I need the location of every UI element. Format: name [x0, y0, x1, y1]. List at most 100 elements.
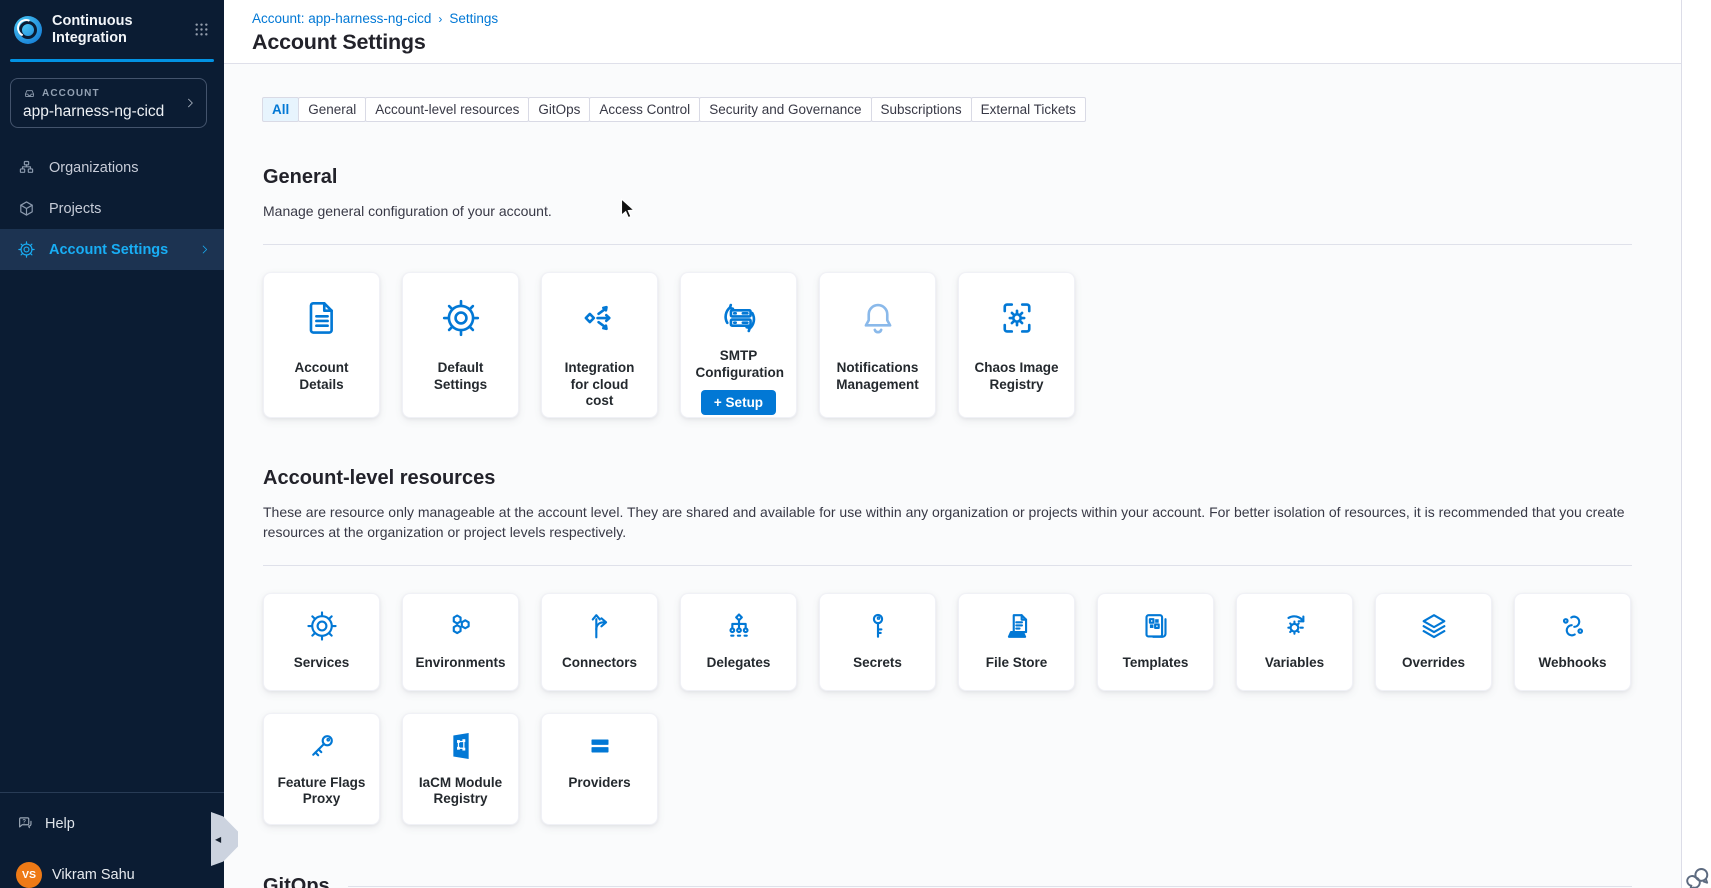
- layers-icon: [1417, 609, 1451, 643]
- card-feature-flags-proxy[interactable]: Feature Flags Proxy: [263, 713, 380, 825]
- harness-logo-icon: [14, 16, 42, 44]
- providers-icon: [583, 729, 617, 763]
- sidebar-item-account-settings[interactable]: Account Settings: [0, 229, 224, 270]
- sidebar-item-label: Account Settings: [49, 242, 168, 258]
- card-chaos-image-registry[interactable]: Chaos Image Registry: [958, 272, 1075, 418]
- avatar: VS: [16, 862, 42, 888]
- module-accent-underline: [10, 59, 214, 62]
- chat-bubbles-icon[interactable]: [1683, 862, 1711, 888]
- card-label: Variables: [1265, 655, 1324, 672]
- card-label: Feature Flags Proxy: [276, 775, 368, 808]
- tab-subscriptions[interactable]: Subscriptions: [871, 97, 972, 122]
- breadcrumb: Account: app-harness-ng-cicd › Settings: [252, 11, 498, 26]
- breadcrumb-link-account-app-harness-ng-cicd[interactable]: Account: app-harness-ng-cicd: [252, 11, 431, 26]
- card-services[interactable]: Services: [263, 593, 380, 691]
- card-default-settings[interactable]: Default Settings: [402, 272, 519, 418]
- card-label: Services: [294, 655, 350, 672]
- app-window: Continuous Integration ACCOUNT app-harne…: [0, 0, 1711, 888]
- user-menu[interactable]: VS Vikram Sahu: [16, 862, 135, 888]
- general-section-title: General: [263, 166, 1632, 189]
- card-label: Secrets: [853, 655, 902, 672]
- card-label: Notifications Management: [835, 360, 921, 393]
- general-section: General Manage general configuration of …: [263, 166, 1632, 418]
- variables-icon: [1278, 609, 1312, 643]
- tab-all[interactable]: All: [262, 97, 299, 122]
- card-label: Providers: [568, 775, 630, 792]
- account-scope-icon: [23, 87, 36, 100]
- card-notifications-management[interactable]: Notifications Management: [819, 272, 936, 418]
- tab-account-level-resources[interactable]: Account-level resources: [365, 97, 529, 122]
- tab-access-control[interactable]: Access Control: [589, 97, 700, 122]
- tabs-bar: AllGeneralAccount-level resourcesGitOpsA…: [263, 97, 1632, 122]
- general-cards-grid: Account Details Default Settings Integrati…: [263, 272, 1632, 418]
- svg-text:?: ?: [22, 819, 26, 825]
- delegates-icon: [722, 609, 756, 643]
- sidebar-item-label: Organizations: [49, 160, 138, 176]
- card-connectors[interactable]: Connectors: [541, 593, 658, 691]
- tab-general[interactable]: General: [298, 97, 366, 122]
- key-vertical-icon: [861, 609, 895, 643]
- sidebar-header: Continuous Integration: [0, 0, 224, 59]
- card-label: Integration for cloud cost: [557, 360, 643, 410]
- gear-icon: [17, 240, 36, 259]
- chevron-right-icon: [198, 243, 211, 256]
- org-chart-icon: [17, 158, 36, 177]
- breadcrumb-separator-icon: ›: [438, 12, 442, 26]
- general-section-description: Manage general configuration of your acc…: [263, 202, 1632, 222]
- card-webhooks[interactable]: Webhooks: [1514, 593, 1631, 691]
- tab-security-and-governance[interactable]: Security and Governance: [699, 97, 871, 122]
- card-overrides[interactable]: Overrides: [1375, 593, 1492, 691]
- help-label: Help: [45, 816, 75, 832]
- templates-icon: [1139, 609, 1173, 643]
- section-divider: [263, 244, 1632, 245]
- gitops-divider: [348, 886, 1632, 887]
- card-providers[interactable]: Providers: [541, 713, 658, 825]
- tab-gitops[interactable]: GitOps: [528, 97, 590, 122]
- smtp-server-icon: [718, 297, 760, 339]
- card-file-store[interactable]: File Store: [958, 593, 1075, 691]
- card-label: SMTP Configuration: [696, 348, 782, 381]
- card-label: File Store: [986, 655, 1048, 672]
- card-label: IaCM Module Registry: [415, 775, 507, 808]
- card-delegates[interactable]: Delegates: [680, 593, 797, 691]
- card-iacm-module-registry[interactable]: IaCM Module Registry: [402, 713, 519, 825]
- cube-icon: [17, 199, 36, 218]
- card-variables[interactable]: Variables: [1236, 593, 1353, 691]
- webhooks-icon: [1556, 609, 1590, 643]
- card-label: Webhooks: [1538, 655, 1606, 672]
- module-registry-icon: [444, 729, 478, 763]
- account-level-section-description: These are resource only manageable at th…: [263, 503, 1632, 543]
- bell-icon: [857, 297, 899, 339]
- smtp-configuration-setup-button[interactable]: + Setup: [701, 390, 776, 415]
- card-smtp-configuration[interactable]: SMTP Configuration + Setup: [680, 272, 797, 418]
- card-templates[interactable]: Templates: [1097, 593, 1214, 691]
- right-panel-strip: [1681, 0, 1711, 888]
- account-selector[interactable]: ACCOUNT app-harness-ng-cicd: [10, 78, 207, 128]
- apps-grid-icon[interactable]: [193, 21, 210, 38]
- user-name: Vikram Sahu: [52, 867, 135, 883]
- gear-icon: [305, 609, 339, 643]
- card-integration-for-cloud-cost[interactable]: Integration for cloud cost: [541, 272, 658, 418]
- account-level-section-title: Account-level resources: [263, 467, 1632, 490]
- tab-external-tickets[interactable]: External Tickets: [971, 97, 1086, 122]
- gear-icon: [440, 297, 482, 339]
- card-label: Account Details: [279, 360, 365, 393]
- breadcrumb-link-settings[interactable]: Settings: [449, 11, 498, 26]
- gitops-section: GitOps: [263, 875, 1632, 888]
- sidebar-item-organizations[interactable]: Organizations: [0, 147, 224, 188]
- card-account-details[interactable]: Account Details: [263, 272, 380, 418]
- help-button[interactable]: ? Help: [16, 814, 75, 833]
- account-scope-label: ACCOUNT: [42, 88, 100, 99]
- page-header: Account: app-harness-ng-cicd › Settings Ac…: [224, 0, 1681, 64]
- gitops-section-title: GitOps: [263, 875, 330, 888]
- sidebar-item-label: Projects: [49, 201, 101, 217]
- sidebar-nav: Organizations Projects Account Settings: [0, 147, 224, 270]
- card-label: Chaos Image Registry: [974, 360, 1060, 393]
- account-level-section: Account-level resources These are resour…: [263, 467, 1632, 825]
- sidebar-item-projects[interactable]: Projects: [0, 188, 224, 229]
- card-secrets[interactable]: Secrets: [819, 593, 936, 691]
- card-label: Environments: [415, 655, 505, 672]
- card-environments[interactable]: Environments: [402, 593, 519, 691]
- module-title: Continuous Integration: [52, 13, 162, 46]
- share-arrows-icon: [579, 297, 621, 339]
